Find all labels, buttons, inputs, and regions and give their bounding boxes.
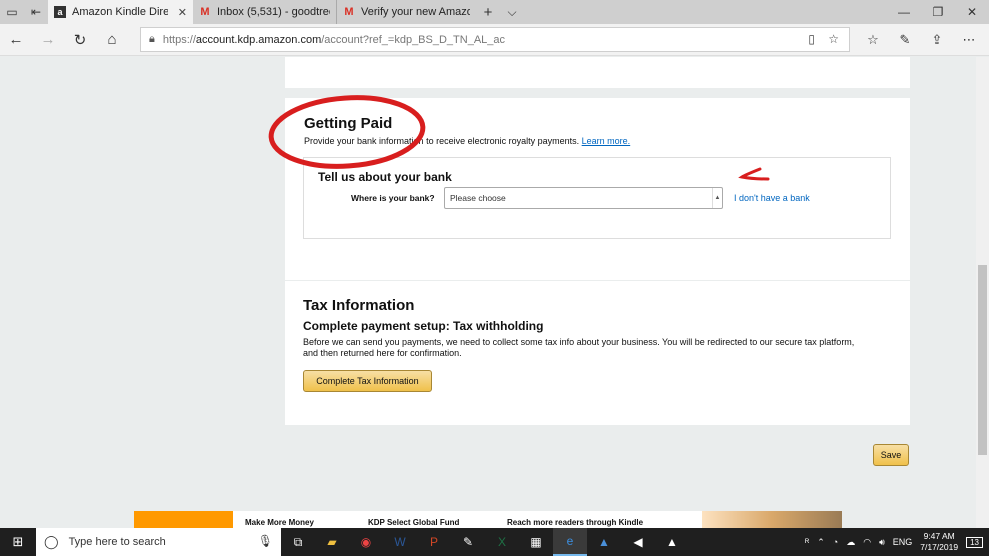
promo-item-3[interactable]: Reach more readers through Kindle bbox=[507, 518, 643, 527]
restore-icon[interactable]: ❐ bbox=[921, 0, 955, 24]
promo-item-1[interactable]: Make More Money bbox=[245, 518, 314, 527]
tab-gmail-inbox[interactable]: M Inbox (5,531) - goodtreelife bbox=[193, 0, 336, 24]
red-circle-annotation bbox=[268, 95, 426, 169]
close-window-icon[interactable]: ✕ bbox=[955, 0, 989, 24]
minimize-icon[interactable]: — bbox=[887, 0, 921, 24]
gmail-favicon-icon: M bbox=[344, 6, 354, 18]
edge-icon[interactable]: e bbox=[553, 528, 587, 556]
windows-start-icon[interactable]: ⊞ bbox=[0, 528, 36, 556]
browser-toolbar-right: ☆ ✎ ⇪ ⋯ bbox=[857, 24, 985, 56]
lock-icon: 🔒︎ bbox=[149, 33, 155, 45]
forward-arrow-icon[interactable]: → bbox=[32, 24, 64, 56]
windows-taskbar: ⊞ ◯ Type here to search 🎙︎ ⧉ ▰ ◉ W P ✎ X… bbox=[0, 528, 989, 556]
microphone-icon[interactable]: 🎙︎ bbox=[258, 534, 273, 548]
close-tab-icon[interactable]: ✕ bbox=[178, 6, 187, 19]
wifi-icon[interactable]: ◠ bbox=[863, 537, 871, 548]
notification-center-icon[interactable]: 13 bbox=[966, 536, 983, 548]
volume-icon[interactable]: 🔊︎ bbox=[879, 537, 885, 548]
tab-amazon-kdp[interactable]: a Amazon Kindle Direct P ✕ bbox=[48, 0, 193, 24]
more-options-icon[interactable]: ⋯ bbox=[953, 24, 985, 56]
refresh-icon[interactable]: ↻ bbox=[64, 24, 96, 56]
show-hidden-icons-icon[interactable]: ⌃ bbox=[817, 537, 825, 548]
photos-icon[interactable]: ▲ bbox=[655, 528, 689, 556]
paint-icon[interactable]: ✎ bbox=[451, 528, 485, 556]
home-icon[interactable]: ⌂ bbox=[96, 24, 128, 56]
clock[interactable]: 9:47 AM 7/17/2019 bbox=[920, 531, 958, 553]
reading-view-icon[interactable]: ▯ bbox=[808, 32, 815, 46]
favorites-hub-icon[interactable]: ☆ bbox=[857, 24, 889, 56]
system-tray: ᴿ ⌃ ◔ ☁ ◠ 🔊︎ ENG 9:47 AM 7/17/2019 13 bbox=[805, 528, 989, 556]
window-controls: — ❐ ✕ bbox=[887, 0, 989, 24]
task-view-icon[interactable]: ⧉ bbox=[281, 528, 315, 556]
promo-item-2[interactable]: KDP Select Global Fund bbox=[368, 518, 459, 527]
excel-icon[interactable]: X bbox=[485, 528, 519, 556]
pen-notes-icon[interactable]: ✎ bbox=[889, 24, 921, 56]
page-content: Getting Paid Provide your bank informati… bbox=[0, 57, 976, 528]
tab-manager-icon[interactable]: ▭ bbox=[0, 0, 24, 24]
app-icon-blue[interactable]: ▲ bbox=[587, 528, 621, 556]
browser-navigation-bar: ← → ↻ ⌂ 🔒︎ https://account.kdp.amazon.co… bbox=[0, 24, 989, 56]
people-icon[interactable]: ᴿ bbox=[805, 537, 809, 547]
share-icon[interactable]: ⇪ bbox=[921, 24, 953, 56]
promo-image bbox=[702, 511, 842, 528]
back-arrow-icon[interactable]: ← bbox=[0, 24, 32, 56]
language-indicator[interactable]: ENG bbox=[893, 537, 913, 547]
search-circle-icon: ◯ bbox=[44, 534, 59, 549]
cloud-icon[interactable]: ☁ bbox=[846, 537, 855, 548]
annotation-overlay bbox=[268, 95, 770, 181]
promo-orange-block bbox=[134, 511, 233, 528]
tab-verify-amazon[interactable]: M Verify your new Amazon ac bbox=[336, 0, 476, 24]
word-icon[interactable]: W bbox=[383, 528, 417, 556]
file-explorer-icon[interactable]: ▰ bbox=[315, 528, 349, 556]
address-bar[interactable]: 🔒︎ https://account.kdp.amazon.com/accoun… bbox=[140, 27, 850, 52]
favorite-star-icon[interactable]: ☆ bbox=[828, 32, 839, 46]
set-aside-tabs-icon[interactable]: ⇤ bbox=[24, 0, 48, 24]
browser-tab-bar: ▭ ⇤ a Amazon Kindle Direct P ✕ M Inbox (… bbox=[0, 0, 989, 24]
amazon-favicon-icon: a bbox=[54, 6, 66, 18]
promo-strip: Make More Money KDP Select Global Fund R… bbox=[134, 511, 842, 528]
gmail-favicon-icon: M bbox=[200, 6, 210, 18]
powerpoint-icon[interactable]: P bbox=[417, 528, 451, 556]
scrollbar-thumb[interactable] bbox=[978, 265, 987, 455]
red-checkmark-annotation bbox=[738, 167, 770, 181]
tab-list-dropdown[interactable]: ⌵ bbox=[500, 0, 524, 24]
chrome-icon[interactable]: ◉ bbox=[349, 528, 383, 556]
calculator-icon[interactable]: ▦ bbox=[519, 528, 553, 556]
network-icon[interactable]: ◔ bbox=[833, 537, 838, 547]
app-icon-shark[interactable]: ◀ bbox=[621, 528, 655, 556]
page-scrollbar[interactable] bbox=[976, 57, 989, 528]
taskbar-search-input[interactable]: ◯ Type here to search 🎙︎ bbox=[36, 528, 281, 556]
new-tab-button[interactable]: + bbox=[476, 0, 500, 24]
